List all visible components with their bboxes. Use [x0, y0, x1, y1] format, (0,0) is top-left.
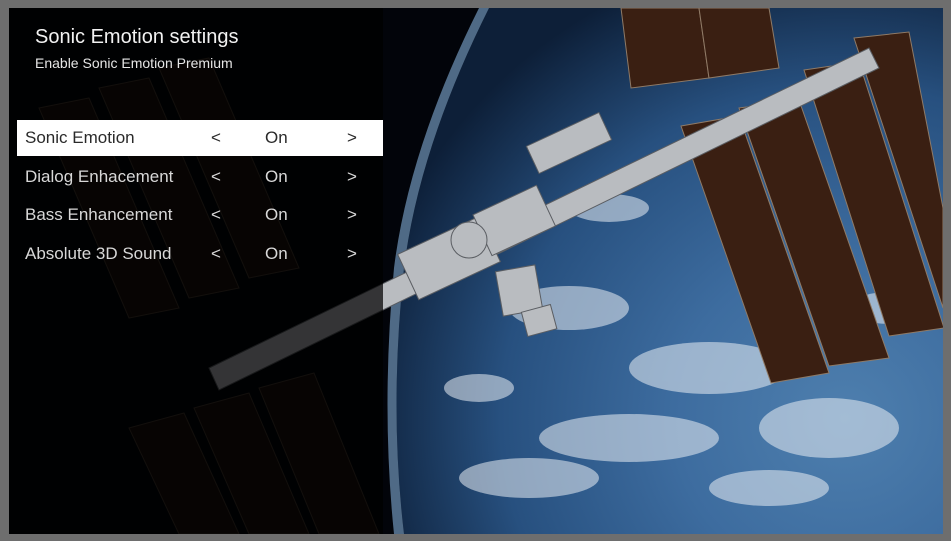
setting-label: Sonic Emotion — [25, 128, 135, 147]
page-title: Sonic Emotion settings — [35, 26, 239, 48]
setting-row-sonic-emotion[interactable]: Sonic Emotion < On > — [17, 120, 383, 156]
previous-option-arrow[interactable]: < — [211, 167, 221, 187]
setting-value: On — [265, 128, 288, 147]
next-option-arrow[interactable]: > — [347, 205, 357, 225]
settings-menu: Sonic Emotion < On > Dialog Enhacement <… — [17, 120, 383, 274]
setting-row-bass-enhancement[interactable]: Bass Enhancement < On > — [17, 197, 383, 233]
next-option-arrow[interactable]: > — [347, 128, 357, 148]
previous-option-arrow[interactable]: < — [211, 244, 221, 264]
setting-label: Bass Enhancement — [25, 205, 173, 224]
setting-row-dialog-enhancement[interactable]: Dialog Enhacement < On > — [17, 159, 383, 195]
next-option-arrow[interactable]: > — [347, 244, 357, 264]
setting-row-absolute-3d-sound[interactable]: Absolute 3D Sound < On > — [17, 236, 383, 272]
setting-value: On — [265, 166, 288, 186]
next-option-arrow[interactable]: > — [347, 167, 357, 187]
tv-screen: Sonic Emotion settings Enable Sonic Emot… — [9, 8, 943, 534]
previous-option-arrow[interactable]: < — [211, 128, 221, 148]
previous-option-arrow[interactable]: < — [211, 205, 221, 225]
setting-value: On — [265, 243, 288, 263]
setting-label: Dialog Enhacement — [25, 166, 174, 186]
setting-label: Absolute 3D Sound — [25, 243, 172, 263]
setting-value: On — [265, 205, 288, 224]
page-subtitle: Enable Sonic Emotion Premium — [35, 55, 233, 71]
